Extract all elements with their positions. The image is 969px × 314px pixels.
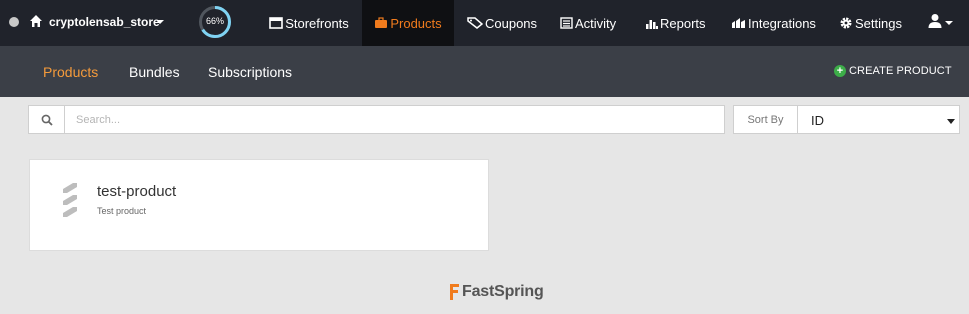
user-dropdown-caret-icon[interactable] <box>945 21 953 25</box>
nav-products-label: Products <box>390 15 442 31</box>
plus-circle-icon: + <box>834 65 846 77</box>
nav-reports[interactable]: Reports <box>645 0 717 46</box>
tab-subscriptions[interactable]: Subscriptions <box>208 64 292 80</box>
bar-chart-icon <box>646 20 658 29</box>
storefront-icon <box>269 17 284 29</box>
tab-bundles[interactable]: Bundles <box>129 64 180 80</box>
nav-coupons-label: Coupons <box>485 15 538 31</box>
sort-value: ID <box>811 113 824 128</box>
nav-coupons[interactable]: Coupons <box>467 0 547 46</box>
nav-storefronts[interactable]: Storefronts <box>262 0 356 46</box>
status-dot-icon <box>9 17 19 27</box>
search-icon <box>41 114 53 126</box>
briefcase-icon <box>375 17 388 28</box>
home-icon[interactable] <box>29 14 43 28</box>
nav-integrations-label: Integrations <box>748 15 816 31</box>
nav-activity[interactable]: Activity <box>560 0 632 46</box>
store-name[interactable]: cryptolensab_store <box>49 15 160 29</box>
search-button[interactable] <box>29 106 65 133</box>
search-bar <box>28 105 725 134</box>
progress-label: 66% <box>205 16 224 26</box>
user-icon[interactable] <box>928 13 942 29</box>
product-description: Test product <box>97 206 147 216</box>
sub-navigation: Products Bundles Subscriptions + CREATE … <box>0 46 969 97</box>
fastspring-logo-icon <box>450 284 459 300</box>
gear-icon <box>840 17 852 29</box>
fastspring-logo-text: FastSpring <box>462 283 544 300</box>
chevron-down-icon <box>947 119 955 124</box>
nav-settings[interactable]: Settings <box>839 0 909 46</box>
create-product-button[interactable]: + CREATE PRODUCT <box>834 65 952 77</box>
nav-integrations[interactable]: Integrations <box>731 0 826 46</box>
nav-activity-label: Activity <box>575 15 617 31</box>
tag-icon <box>467 17 483 29</box>
product-card[interactable]: test-product Test product <box>29 159 489 251</box>
nav-reports-label: Reports <box>660 15 706 31</box>
create-product-label: CREATE PRODUCT <box>849 65 952 77</box>
nav-settings-label: Settings <box>855 15 902 31</box>
tab-products[interactable]: Products <box>43 64 98 80</box>
nav-storefronts-label: Storefronts <box>285 15 349 31</box>
sort-select[interactable]: Sort By ID <box>733 105 960 134</box>
search-input[interactable] <box>66 106 723 133</box>
top-navigation: cryptolensab_store 66% Storefronts Produ… <box>0 0 969 46</box>
nav-products[interactable]: Products <box>362 0 454 46</box>
product-name[interactable]: test-product <box>97 183 176 200</box>
fastspring-logo: FastSpring <box>449 283 544 301</box>
list-icon <box>560 17 573 29</box>
integrations-icon <box>732 18 745 28</box>
sort-by-label: Sort By <box>734 106 798 133</box>
store-dropdown-caret-icon[interactable] <box>156 20 164 24</box>
product-icon <box>63 183 77 217</box>
